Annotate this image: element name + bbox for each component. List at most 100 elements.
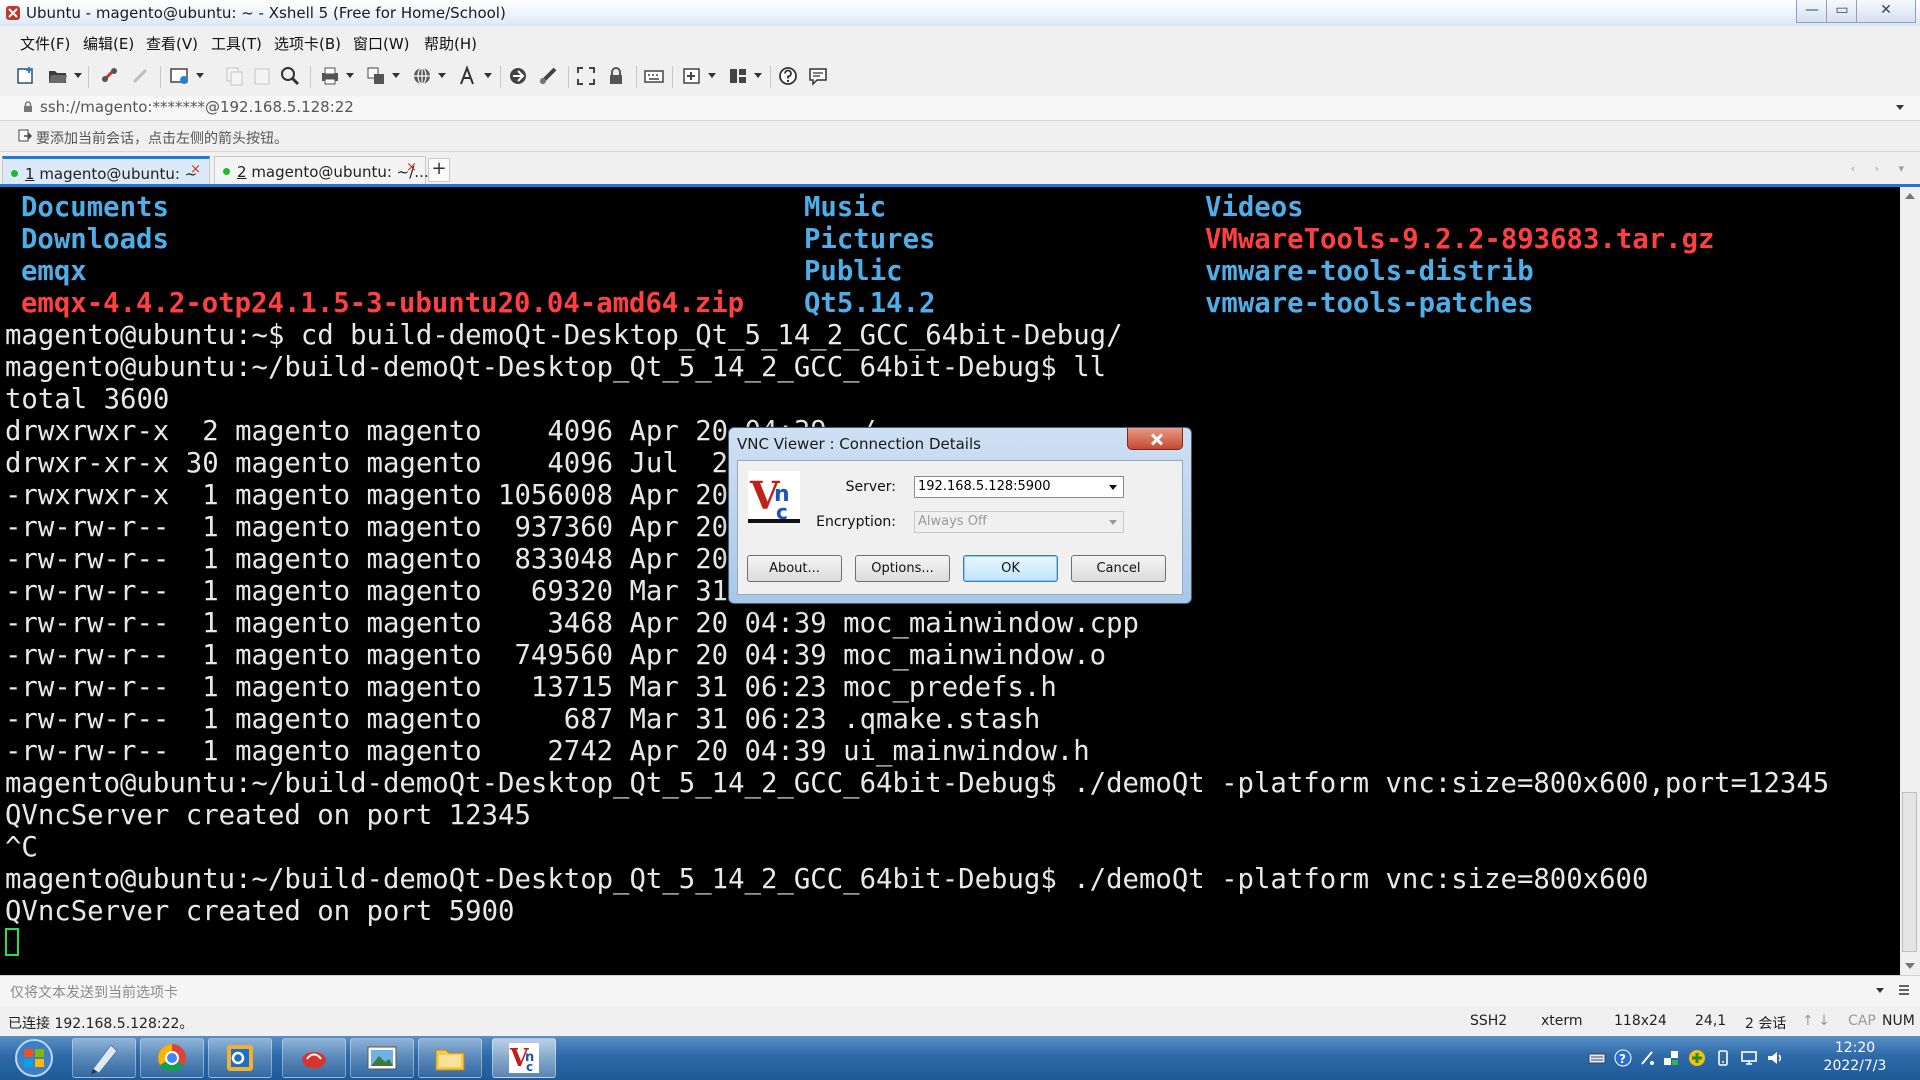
open-folder-icon[interactable] <box>46 64 70 88</box>
terminal-line: -rw-rw-r-- 1 magento magento 3468 Apr 20… <box>5 608 1139 639</box>
encryption-combobox: Always Off <box>914 511 1124 533</box>
tab-session-2[interactable]: 2 magento@ubuntu: ~/... × <box>214 156 429 184</box>
address-bar[interactable]: ssh://magento:*******@192.168.5.128:22 <box>0 96 1920 121</box>
fullscreen-icon[interactable] <box>574 64 598 88</box>
session-properties-icon[interactable] <box>168 64 192 88</box>
title-bar[interactable]: Ubuntu - magento@ubuntu: ~ - Xshell 5 (F… <box>0 0 1920 26</box>
terminal-scrollbar[interactable] <box>1900 187 1920 975</box>
copy-icon[interactable] <box>222 64 246 88</box>
server-value: 192.168.5.128:5900 <box>918 479 1051 494</box>
font-icon[interactable] <box>456 64 480 88</box>
keyboard-icon[interactable] <box>642 64 666 88</box>
taskbar-vnc-viewer-icon[interactable]: Vnc <box>492 1038 556 1078</box>
menu-help[interactable]: 帮助(H) <box>424 33 477 54</box>
session-count: 2 会话 <box>1745 1016 1787 1032</box>
xftp-icon[interactable] <box>506 64 530 88</box>
close-tab-icon[interactable]: × <box>190 162 201 177</box>
volume-tray-icon[interactable] <box>1766 1049 1784 1067</box>
taskbar-photo-viewer-icon[interactable] <box>350 1038 414 1078</box>
ls-entry: vmware-tools-distrib <box>1205 256 1534 287</box>
address-dropdown-icon[interactable] <box>1896 105 1904 110</box>
close-window-button[interactable]: ✕ <box>1856 0 1916 23</box>
network-tray-icon[interactable] <box>1662 1049 1680 1067</box>
terminal-line: -rw-rw-r-- 1 magento magento 687 Mar 31 … <box>5 704 1041 735</box>
open-dropdown-icon[interactable] <box>74 73 82 78</box>
help-tray-icon[interactable]: ? <box>1614 1049 1632 1067</box>
lock-icon[interactable] <box>604 64 628 88</box>
cancel-button[interactable]: Cancel <box>1071 555 1166 582</box>
menu-file[interactable]: 文件(F) <box>20 33 70 54</box>
address-input[interactable]: ssh://magento:*******@192.168.5.128:22 <box>40 98 354 116</box>
taskbar-outlook-icon[interactable] <box>208 1038 272 1078</box>
scroll-up-arrow-icon[interactable] <box>1905 193 1915 199</box>
tab-label: 1 magento@ubuntu: ~ <box>25 165 198 183</box>
layout-dropdown-icon[interactable] <box>754 73 762 78</box>
server-combobox[interactable]: 192.168.5.128:5900 <box>914 476 1124 498</box>
compose-bar[interactable]: 仅将文本发送到当前选项卡 <box>0 975 1920 1007</box>
taskbar-chrome-icon[interactable] <box>140 1038 204 1078</box>
transfer-icon[interactable] <box>364 64 388 88</box>
ls-entry: Downloads <box>21 224 169 255</box>
properties-dropdown-icon[interactable] <box>196 73 204 78</box>
add-session-arrow-icon[interactable] <box>18 129 32 143</box>
ok-button[interactable]: OK <box>963 555 1058 582</box>
globe-icon[interactable] <box>410 64 434 88</box>
compose-dropdown-icon[interactable] <box>1876 988 1884 993</box>
transfer-dropdown-icon[interactable] <box>392 73 400 78</box>
scrollbar-thumb[interactable] <box>1902 792 1917 952</box>
address-lock-icon <box>24 101 32 112</box>
close-tab-icon[interactable]: × <box>406 160 417 175</box>
system-clock[interactable]: 12:20 2022/7/3 <box>1800 1039 1910 1075</box>
script-icon[interactable] <box>536 64 560 88</box>
session-hint-bar: 要添加当前会话，点击左侧的箭头按钮。 <box>0 121 1920 152</box>
scroll-down-arrow-icon[interactable] <box>1905 963 1915 969</box>
help-icon[interactable] <box>776 64 800 88</box>
taskbar-explorer-icon[interactable] <box>418 1038 482 1078</box>
add-tray-icon[interactable] <box>1688 1049 1706 1067</box>
find-icon[interactable] <box>278 64 302 88</box>
layout-icon[interactable] <box>726 64 750 88</box>
dialog-close-button[interactable] <box>1127 428 1183 450</box>
dialog-body: V n c Server: 192.168.5.128:5900 Encrypt… <box>737 460 1183 595</box>
print-icon[interactable] <box>318 64 342 88</box>
new-session-icon[interactable] <box>14 64 38 88</box>
terminal-line: -rw-rw-r-- 1 magento magento 937360 Apr … <box>5 512 729 543</box>
about-button[interactable]: About... <box>747 555 842 582</box>
new-tab-button[interactable]: + <box>428 158 450 182</box>
font-dropdown-icon[interactable] <box>484 73 492 78</box>
taskbar-notepad-icon[interactable] <box>72 1038 136 1078</box>
paste-icon[interactable] <box>250 64 274 88</box>
vnc-logo-icon: V n c <box>748 471 800 523</box>
windows-start-icon[interactable] <box>6 1038 62 1078</box>
minimize-button[interactable]: — <box>1796 0 1828 23</box>
caps-lock-indicator: CAP <box>1848 1013 1876 1029</box>
menu-tools[interactable]: 工具(T) <box>211 33 262 54</box>
reconnect-icon[interactable] <box>98 64 122 88</box>
menu-window[interactable]: 窗口(W) <box>353 33 410 54</box>
taskbar-xshell-icon[interactable] <box>282 1038 346 1078</box>
options-button[interactable]: Options... <box>855 555 950 582</box>
compose-menu-icon[interactable] <box>1898 984 1910 996</box>
pen-tray-icon[interactable] <box>1638 1049 1656 1067</box>
monitor-tray-icon[interactable] <box>1740 1049 1758 1067</box>
menu-edit[interactable]: 编辑(E) <box>83 33 134 54</box>
phone-tray-icon[interactable] <box>1714 1049 1732 1067</box>
maximize-button[interactable]: ▭ <box>1826 0 1858 23</box>
globe-dropdown-icon[interactable] <box>438 73 446 78</box>
tab-navigation-icons[interactable]: ‹ › ▾ <box>1851 162 1912 175</box>
menu-view[interactable]: 查看(V) <box>146 33 198 54</box>
keyboard-tray-icon[interactable] <box>1588 1049 1606 1067</box>
session-hint-text: 要添加当前会话，点击左侧的箭头按钮。 <box>36 131 288 147</box>
protocol-indicator: SSH2 <box>1470 1013 1508 1029</box>
disconnect-icon[interactable] <box>128 64 152 88</box>
print-dropdown-icon[interactable] <box>346 73 354 78</box>
terminal-line: -rw-rw-r-- 1 magento magento 749560 Apr … <box>5 640 1107 671</box>
new-tab-icon[interactable] <box>680 64 704 88</box>
encryption-label: Encryption: <box>816 514 896 530</box>
menu-tab[interactable]: 选项卡(B) <box>274 33 341 54</box>
compose-input[interactable]: 仅将文本发送到当前选项卡 <box>10 982 178 1002</box>
chat-icon[interactable] <box>806 64 830 88</box>
server-dropdown-icon[interactable] <box>1109 485 1117 490</box>
tab-session-1[interactable]: 1 magento@ubuntu: ~ × <box>2 156 210 184</box>
new-tab-dropdown-icon[interactable] <box>708 73 716 78</box>
